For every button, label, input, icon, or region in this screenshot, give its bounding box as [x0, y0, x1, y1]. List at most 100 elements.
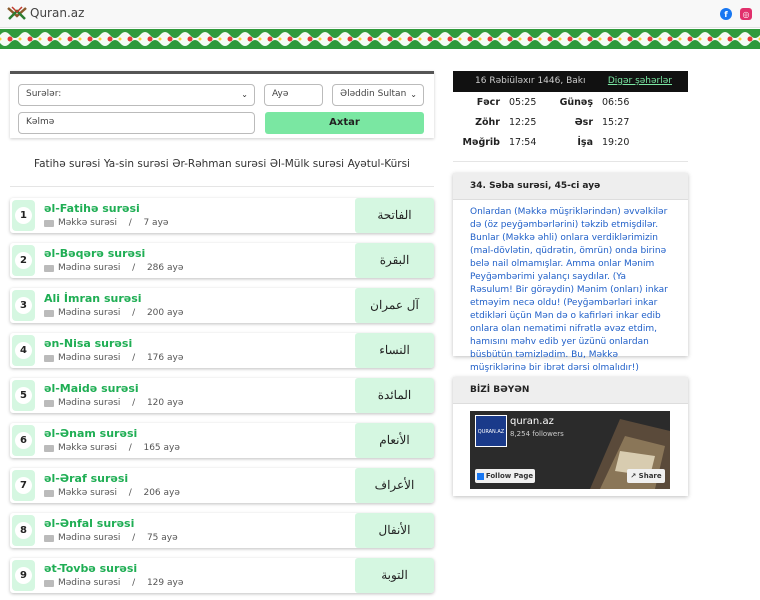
- prayer-label: Əsr: [574, 117, 593, 128]
- surah-ayah-count: 7 ayə: [143, 218, 169, 228]
- prayer-label: Fəcr: [476, 97, 500, 108]
- logo-text: Quran.az: [30, 6, 85, 20]
- surah-row[interactable]: 2 əl-Bəqərə surəsi Mədinə surəsi / 286 a…: [10, 243, 434, 278]
- surah-meta: Mədinə surəsi / 286 ayə: [44, 263, 183, 273]
- prayer-row: Məğrib 17:54 İşa 19:20: [453, 137, 688, 157]
- surah-row[interactable]: 1 əl-Fatihə surəsi Məkkə surəsi / 7 ayə …: [10, 198, 434, 233]
- surah-place: Mədinə surəsi: [58, 578, 121, 588]
- surah-row[interactable]: 9 ət-Tovbə surəsi Mədinə surəsi / 129 ay…: [10, 558, 434, 593]
- meta-separator: /: [128, 218, 132, 228]
- quick-link-yasin[interactable]: Ya-sin surəsi: [104, 158, 169, 170]
- surah-name[interactable]: ən-Nisa surəsi: [44, 337, 132, 350]
- surah-number: 6: [15, 432, 32, 449]
- meta-separator: /: [132, 308, 136, 318]
- meta-separator: /: [132, 533, 136, 543]
- surah-number-badge: 8: [12, 515, 35, 546]
- surah-name[interactable]: Ali İmran surəsi: [44, 292, 142, 305]
- surah-meta: Mədinə surəsi / 200 ayə: [44, 308, 183, 318]
- surah-arabic-name: الأنعام: [355, 423, 434, 458]
- surah-name[interactable]: ət-Tovbə surəsi: [44, 562, 137, 575]
- surah-row[interactable]: 4 ən-Nisa surəsi Mədinə surəsi / 176 ayə…: [10, 333, 434, 368]
- ayah-input[interactable]: Ayə: [264, 84, 323, 106]
- surah-name[interactable]: əl-Ənam surəsi: [44, 427, 137, 440]
- prayer-date: 16 Rəbiüləxır 1446, Bakı: [475, 76, 586, 86]
- follow-page-button[interactable]: Follow Page: [475, 469, 535, 483]
- surah-place: Məkkə surəsi: [58, 218, 117, 228]
- surah-number-badge: 5: [12, 380, 35, 411]
- surah-arabic-name: المائدة: [355, 378, 434, 413]
- meta-separator: /: [128, 488, 132, 498]
- facebook-page-widget[interactable]: QURAN.AZ quran.az 8,254 followers Follow…: [470, 411, 670, 489]
- share-icon: ↗: [630, 472, 637, 480]
- surah-number-badge: 7: [12, 470, 35, 501]
- surah-select[interactable]: Surələr: ⌄: [18, 84, 255, 106]
- surah-name[interactable]: əl-Maidə surəsi: [44, 382, 139, 395]
- meta-separator: /: [132, 263, 136, 273]
- prayer-label: Günəş: [559, 97, 593, 108]
- social-links: f ◎: [720, 8, 752, 20]
- surah-ayah-count: 206 ayə: [143, 488, 180, 498]
- quick-links: Fatihə surəsi Ya-sin surəsi Ər-Rəhman su…: [10, 158, 434, 170]
- meta-separator: /: [128, 443, 132, 453]
- surah-row[interactable]: 8 əl-Ənfal surəsi Mədinə surəsi / 75 ayə…: [10, 513, 434, 548]
- prayer-time: 05:25: [509, 97, 537, 108]
- surah-place: Mədinə surəsi: [58, 308, 121, 318]
- other-cities-link[interactable]: Digər şəhərlər: [608, 76, 672, 86]
- book-icon: [44, 399, 54, 407]
- chevron-down-icon: ⌄: [241, 90, 248, 99]
- surah-select-value: Surələr:: [26, 89, 62, 99]
- like-card: BİZİ BƏYƏN QURAN.AZ quran.az 8,254 follo…: [453, 377, 688, 496]
- book-icon: [44, 444, 54, 452]
- prayer-time: 15:27: [602, 117, 630, 128]
- prayer-header: 16 Rəbiüləxır 1446, Bakı Digər şəhərlər: [453, 71, 688, 92]
- surah-row[interactable]: 6 əl-Ənam surəsi Məkkə surəsi / 165 ayə …: [10, 423, 434, 458]
- surah-number: 3: [15, 297, 32, 314]
- translator-select[interactable]: Ələddin Sultan ⌄: [332, 84, 424, 106]
- surah-meta: Mədinə surəsi / 176 ayə: [44, 353, 183, 363]
- prayer-row: Zöhr 12:25 Əsr 15:27: [453, 117, 688, 137]
- surah-place: Mədinə surəsi: [58, 353, 121, 363]
- book-icon: [44, 354, 54, 362]
- surah-number: 8: [15, 522, 32, 539]
- ayah-card-title: 34. Səba surəsi, 45-ci ayə: [453, 173, 688, 200]
- surah-list: 1 əl-Fatihə surəsi Məkkə surəsi / 7 ayə …: [10, 186, 434, 600]
- quran-stand-icon: [7, 6, 27, 20]
- surah-name[interactable]: əl-Fatihə surəsi: [44, 202, 140, 215]
- prayer-label: Zöhr: [475, 117, 500, 128]
- share-button[interactable]: ↗ Share: [627, 469, 665, 483]
- surah-ayah-count: 120 ayə: [146, 398, 184, 408]
- book-icon: [44, 264, 54, 272]
- surah-meta: Mədinə surəsi / 120 ayə: [44, 398, 183, 408]
- quick-link-rahman[interactable]: Ər-Rəhman surəsi: [172, 158, 266, 170]
- surah-name[interactable]: əl-Ənfal surəsi: [44, 517, 134, 530]
- ayah-text[interactable]: Onlardan (Məkkə müşriklərindən) əvvəlkil…: [453, 200, 688, 381]
- word-input[interactable]: Kəlmə: [18, 112, 255, 134]
- meta-separator: /: [132, 398, 136, 408]
- quick-link-mulk[interactable]: Əl-Mülk surəsi: [270, 158, 344, 170]
- search-button[interactable]: Axtar: [265, 112, 424, 134]
- surah-arabic-name: الأنفال: [355, 513, 434, 548]
- surah-meta: Məkkə surəsi / 7 ayə: [44, 218, 168, 228]
- surah-meta: Məkkə surəsi / 206 ayə: [44, 488, 180, 498]
- surah-row[interactable]: 7 əl-Əraf surəsi Məkkə surəsi / 206 ayə …: [10, 468, 434, 503]
- surah-ayah-count: 75 ayə: [146, 533, 178, 543]
- quick-link-ayatul-kursi[interactable]: Ayətul-Kürsi: [348, 158, 410, 170]
- facebook-icon[interactable]: f: [720, 8, 732, 20]
- ayah-card: 34. Səba surəsi, 45-ci ayə Onlardan (Mək…: [453, 173, 688, 373]
- logo[interactable]: Quran.az: [6, 4, 84, 22]
- surah-name[interactable]: əl-Əraf surəsi: [44, 472, 128, 485]
- meta-separator: /: [132, 578, 136, 588]
- surah-row[interactable]: 5 əl-Maidə surəsi Mədinə surəsi / 120 ay…: [10, 378, 434, 413]
- surah-place: Mədinə surəsi: [58, 533, 121, 543]
- surah-name[interactable]: əl-Bəqərə surəsi: [44, 247, 145, 260]
- instagram-icon[interactable]: ◎: [740, 8, 752, 20]
- surah-arabic-name: الأعراف: [355, 468, 434, 503]
- surah-number: 1: [15, 207, 32, 224]
- prayer-time: 06:56: [602, 97, 630, 108]
- prayer-times: 16 Rəbiüləxır 1446, Bakı Digər şəhərlər …: [453, 71, 688, 162]
- quick-link-fatiha[interactable]: Fatihə surəsi: [34, 158, 100, 170]
- page-followers: 8,254 followers: [510, 430, 564, 438]
- like-card-title: BİZİ BƏYƏN: [453, 377, 688, 404]
- page-name[interactable]: quran.az: [510, 416, 554, 427]
- surah-row[interactable]: 3 Ali İmran surəsi Mədinə surəsi / 200 a…: [10, 288, 434, 323]
